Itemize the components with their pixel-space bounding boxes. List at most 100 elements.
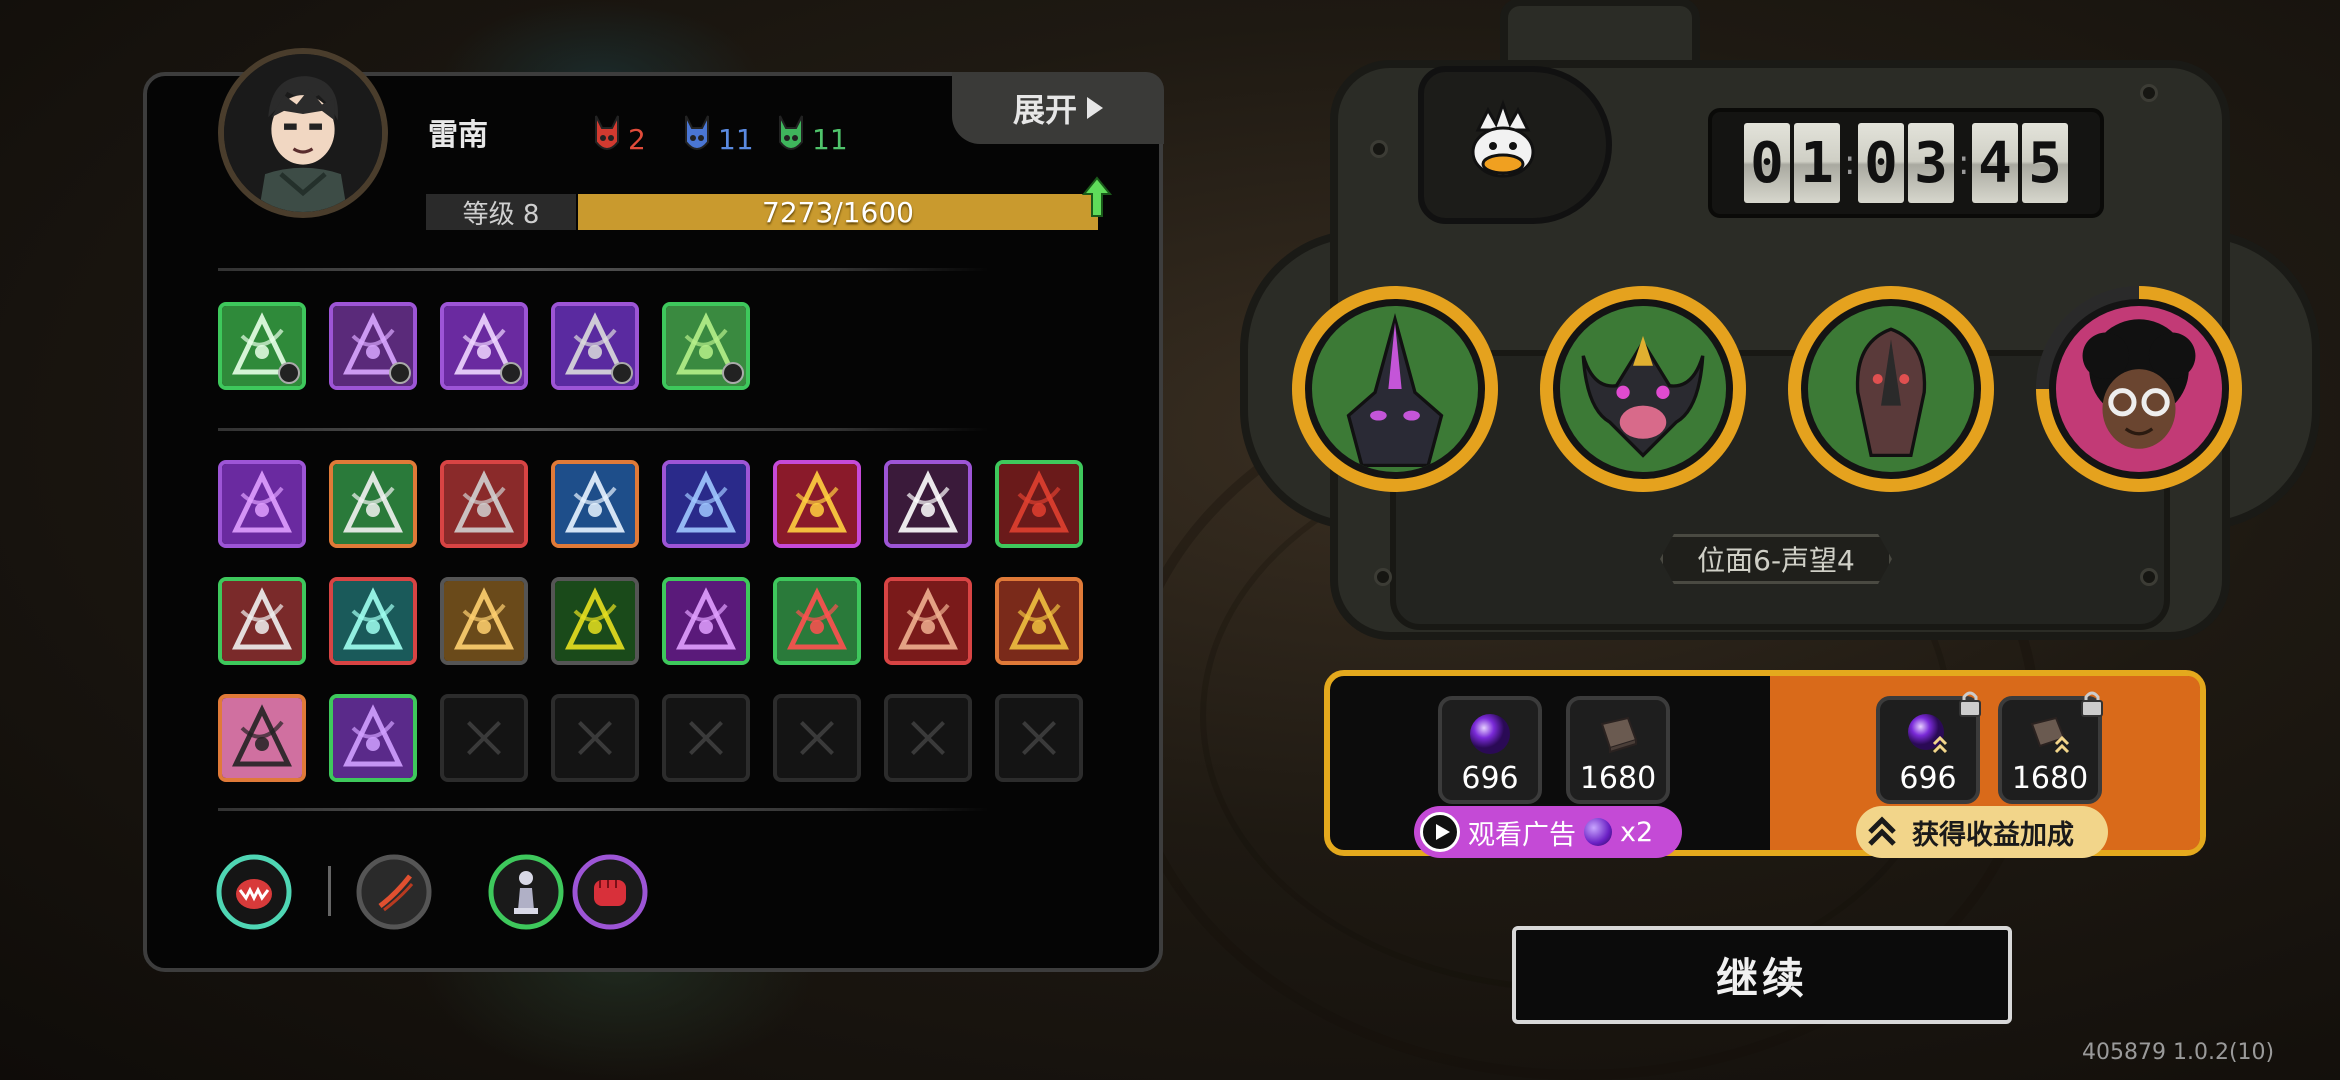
red-fist-relic-icon — [572, 854, 648, 930]
explosion-icon — [444, 581, 524, 661]
duck-knight-emblem-icon — [1471, 99, 1535, 178]
skill-slot[interactable] — [329, 694, 417, 782]
passive-skill[interactable] — [551, 302, 639, 390]
empty-skill-slot[interactable] — [773, 694, 861, 782]
blue-horned-mask-icon — [685, 115, 709, 150]
get-bonus-label: 获得收益加成 — [1912, 819, 2074, 851]
relic-roaring-mouth[interactable] — [216, 854, 292, 930]
timer-colon: : — [1844, 143, 1856, 183]
bolt — [1374, 568, 1392, 586]
skill-slot[interactable] — [329, 460, 417, 548]
skill-slot[interactable] — [218, 460, 306, 548]
empty-skill-slot[interactable] — [551, 694, 639, 782]
timer-digit: 3 — [1908, 123, 1954, 203]
hero-slot-1[interactable] — [1292, 286, 1498, 492]
green-shield-icon — [333, 464, 413, 544]
relic-chess-pawn[interactable] — [488, 854, 564, 930]
claw-marks-icon — [888, 464, 968, 544]
divider-middle — [218, 428, 988, 431]
get-bonus-button[interactable]: 获得收益加成 — [1856, 806, 2108, 858]
reward-orb: 696 — [1438, 696, 1542, 804]
skill-slot[interactable] — [440, 577, 528, 665]
running-figure-icon — [555, 464, 635, 544]
timer-colon: : — [1958, 143, 1970, 183]
skill-badge-icon — [389, 362, 411, 384]
empty-skill-slot[interactable] — [884, 694, 972, 782]
timer-digit: 5 — [2022, 123, 2068, 203]
skill-slot[interactable] — [662, 577, 750, 665]
relic-red-fist[interactable] — [572, 854, 648, 930]
player-name: 雷南 — [428, 118, 488, 153]
resource-green: 11 — [776, 112, 848, 156]
crossed-swords-icon — [444, 464, 524, 544]
red-arrow-icon — [777, 581, 857, 661]
chevron-right-icon — [1087, 97, 1103, 119]
skill-slot[interactable] — [884, 577, 972, 665]
skill-slot[interactable] — [218, 694, 306, 782]
skill-slot[interactable] — [329, 577, 417, 665]
timer-digit: 4 — [1972, 123, 2018, 203]
hero-slot-4[interactable] — [2036, 286, 2242, 492]
resource-red: 2 — [592, 112, 646, 156]
purple-hand-icon — [333, 698, 413, 778]
player-portrait-icon — [224, 54, 382, 212]
skill-slot[interactable] — [662, 460, 750, 548]
passive-skill[interactable] — [662, 302, 750, 390]
passive-skill[interactable] — [218, 302, 306, 390]
empty-skill-slot[interactable] — [995, 694, 1083, 782]
skill-badge-icon — [500, 362, 522, 384]
red-beast-icon — [999, 464, 1079, 544]
bolt — [2140, 568, 2158, 586]
passive-skill[interactable] — [329, 302, 417, 390]
hero-slot-2[interactable] — [1540, 286, 1746, 492]
reward-book: 1680 — [1566, 696, 1670, 804]
bonus-orb-value: 696 — [1899, 761, 1957, 796]
reward-orb-value: 696 — [1461, 761, 1519, 796]
expand-button[interactable]: 展开 — [952, 72, 1164, 144]
version-label: 405879 1.0.2(10) — [2082, 1040, 2275, 1065]
watch-ad-button[interactable]: 观看广告 x2 — [1414, 806, 1682, 858]
red-horned-mask-icon — [595, 115, 619, 150]
skill-slot[interactable] — [218, 577, 306, 665]
skill-slot[interactable] — [884, 460, 972, 548]
passive-skill[interactable] — [440, 302, 528, 390]
purple-dash-icon — [666, 581, 746, 661]
lock-icon — [1959, 691, 1981, 717]
purple-blob-icon — [222, 464, 302, 544]
claw-relic-icon — [356, 854, 432, 930]
background-figure — [440, 0, 760, 80]
hero-slot-3[interactable] — [1788, 286, 1994, 492]
timer-digit: 1 — [1794, 123, 1840, 203]
divider-bottom — [218, 808, 988, 811]
red-strike-icon — [222, 581, 302, 661]
book-boost-icon — [2030, 716, 2070, 754]
resource-blue-count: 11 — [718, 123, 754, 156]
skill-badge-icon — [611, 362, 633, 384]
green-horned-mask-icon — [779, 115, 803, 150]
level-up-arrow-icon[interactable] — [1082, 176, 1112, 218]
empty-skill-slot[interactable] — [440, 694, 528, 782]
player-avatar[interactable] — [218, 48, 388, 218]
timer-digit: 0 — [1858, 123, 1904, 203]
skill-slot[interactable] — [995, 460, 1083, 548]
skill-slot[interactable] — [773, 460, 861, 548]
countdown-timer: 0 1 : 0 3 : 4 5 — [1708, 108, 2104, 218]
continue-button[interactable]: 继续 — [1512, 926, 2012, 1024]
relic-claw[interactable] — [356, 854, 432, 930]
resource-blue: 11 — [682, 112, 754, 156]
skill-slot[interactable] — [995, 577, 1083, 665]
location-label: 位面6-声望4 — [1660, 534, 1892, 584]
bonus-reward-book: 1680 — [1998, 691, 2103, 804]
golden-helmet-icon — [999, 581, 1079, 661]
team-emblem[interactable] — [1418, 66, 1612, 224]
resource-green-count: 11 — [812, 123, 848, 156]
skill-slot[interactable] — [440, 460, 528, 548]
fist-combo-icon — [888, 581, 968, 661]
skill-slot[interactable] — [773, 577, 861, 665]
empty-skill-slot[interactable] — [662, 694, 750, 782]
skill-slot[interactable] — [551, 577, 639, 665]
relic-separator — [328, 866, 331, 916]
background-figure-bottom — [420, 960, 820, 1080]
dark-beast-hero-icon — [1808, 306, 1974, 472]
skill-slot[interactable] — [551, 460, 639, 548]
